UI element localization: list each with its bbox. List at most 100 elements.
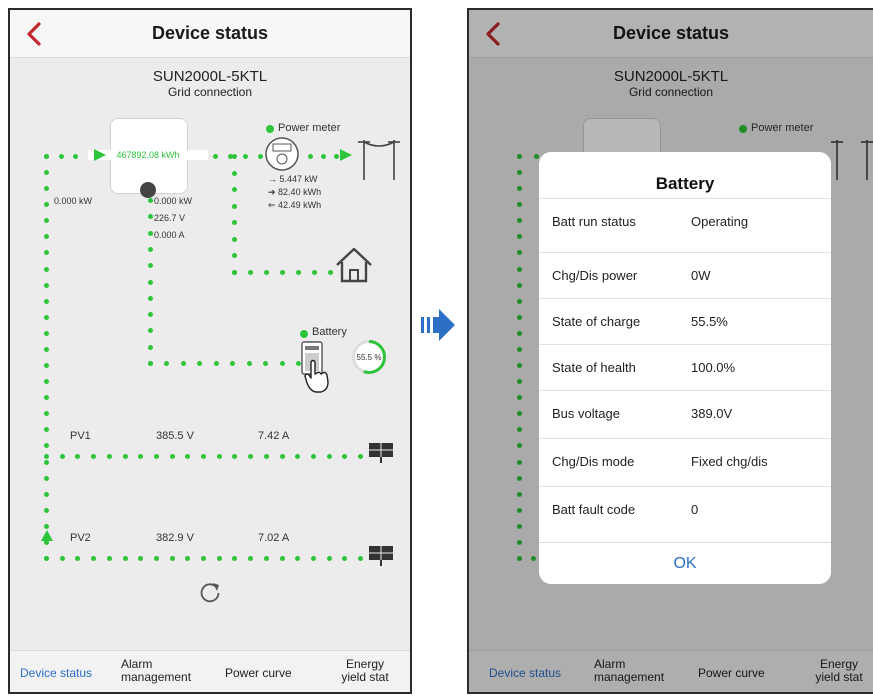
battery-label: Battery <box>312 326 347 338</box>
page-title: Device status <box>151 23 269 43</box>
flow-dot <box>342 454 348 459</box>
flow-dot <box>44 282 49 288</box>
flow-dot <box>169 556 175 561</box>
meter-export-energy: ⇐ 42.49 kWh <box>268 200 322 210</box>
row-value: Operating <box>691 214 749 229</box>
ok-button[interactable]: OK <box>539 542 831 584</box>
flow-dot <box>358 454 363 459</box>
flow-dot <box>44 186 49 192</box>
flow-dot <box>232 187 237 193</box>
flow-dot <box>258 154 263 159</box>
flow-dot <box>232 220 237 226</box>
flow-dot <box>248 556 254 561</box>
battery-soc-value: 55.5 % <box>356 353 382 362</box>
flow-dot <box>91 454 97 459</box>
flow-arrow-icon <box>340 149 352 161</box>
flow-dot <box>328 270 333 275</box>
row-value: 0W <box>691 268 711 283</box>
flow-dot <box>180 361 186 366</box>
flow-dot <box>232 203 237 209</box>
row-value: 100.0% <box>691 360 736 375</box>
meter-import-energy: ➔ 82.40 kWh <box>268 187 322 197</box>
flow-dot <box>263 454 269 459</box>
flow-dot <box>321 154 326 159</box>
tab-device-status[interactable]: Device status <box>20 667 92 680</box>
solar-panel-icon <box>369 443 393 463</box>
flow-dot <box>44 556 49 561</box>
bottom-tab-bar: Device status Alarm management Power cur… <box>10 650 410 692</box>
flow-dot <box>59 454 65 459</box>
output-current-value: 0.000 A <box>154 230 185 240</box>
flow-dot <box>201 556 206 561</box>
tab-power-curve[interactable]: Power curve <box>225 667 292 680</box>
dialog-row-chg-dis-mode: Chg/Dis mode Fixed chg/dis <box>539 438 831 484</box>
flow-dot <box>75 454 81 459</box>
solar-panel-icon <box>369 546 393 566</box>
row-key: Chg/Dis mode <box>552 454 635 469</box>
flow-arrow-icon <box>94 149 106 161</box>
pv2-name: PV2 <box>70 532 91 544</box>
flow-dot <box>232 253 237 259</box>
flow-dot <box>213 154 218 159</box>
flow-dot <box>201 454 206 459</box>
flow-dot <box>232 556 238 561</box>
flow-dot <box>232 236 237 242</box>
flow-dot <box>197 361 203 366</box>
flow-dot <box>263 361 269 366</box>
transition-arrow-icon <box>421 309 455 341</box>
flow-dot <box>279 556 285 561</box>
flow-dot <box>44 314 49 320</box>
flow-dot <box>148 214 153 220</box>
flow-dot <box>106 454 112 459</box>
flow-dot <box>75 556 81 561</box>
screen-device-status: Device status SUN2000L-5KTL Grid connect… <box>8 8 412 694</box>
refresh-icon[interactable] <box>198 580 222 604</box>
flow-dot <box>44 459 49 465</box>
meter-power-value: → 5.447 kW <box>268 174 318 184</box>
flow-dot <box>185 454 191 459</box>
flow-dot <box>169 454 175 459</box>
flow-dot <box>312 270 317 275</box>
flow-dot <box>216 454 222 459</box>
flow-dot <box>310 454 316 459</box>
meter-icon[interactable] <box>264 136 300 172</box>
device-name: SUN2000L-5KTL <box>152 68 268 85</box>
flow-dot <box>334 154 339 159</box>
flow-dot <box>148 198 153 203</box>
flow-dot <box>44 266 49 272</box>
tab-energy-yield-stat[interactable]: Energy yield stat <box>335 658 395 684</box>
flow-dot <box>44 170 49 176</box>
flow-dot <box>295 556 301 561</box>
flow-dot <box>213 361 219 366</box>
flow-dot <box>44 234 49 240</box>
flow-dot <box>44 250 49 256</box>
screen-battery-dialog: Device status SUN2000L-5KTL Grid connect… <box>467 8 873 694</box>
flow-dot <box>148 263 153 269</box>
tab-alarm-management[interactable]: Alarm management <box>118 658 198 684</box>
row-key: Batt run status <box>552 214 636 229</box>
row-value: Fixed chg/dis <box>691 454 768 469</box>
flow-dot <box>185 556 191 561</box>
flow-dot <box>342 556 348 561</box>
flow-dot <box>148 361 153 366</box>
dialog-row-batt-fault-code: Batt fault code 0 <box>539 486 831 532</box>
flow-dot <box>164 361 170 366</box>
row-value: 55.5% <box>691 314 728 329</box>
row-key: Batt fault code <box>552 502 636 517</box>
flow-dot <box>58 154 64 159</box>
flow-dot <box>248 270 253 275</box>
flow-dot <box>232 270 237 275</box>
meter-label: Power meter <box>278 122 341 134</box>
flow-dot <box>122 454 128 459</box>
pv2-current: 7.02 A <box>258 532 290 544</box>
flow-dot <box>44 298 49 304</box>
flow-dot <box>358 556 363 561</box>
output-voltage-value: 226.7 V <box>154 213 186 223</box>
flow-dot <box>296 270 301 275</box>
flow-dot <box>216 556 222 561</box>
row-value: 389.0V <box>691 406 733 421</box>
row-value: 0 <box>691 502 699 517</box>
device-connection-status: Grid connection <box>167 85 253 99</box>
flow-dot <box>122 556 128 561</box>
flow-dot <box>153 454 159 459</box>
